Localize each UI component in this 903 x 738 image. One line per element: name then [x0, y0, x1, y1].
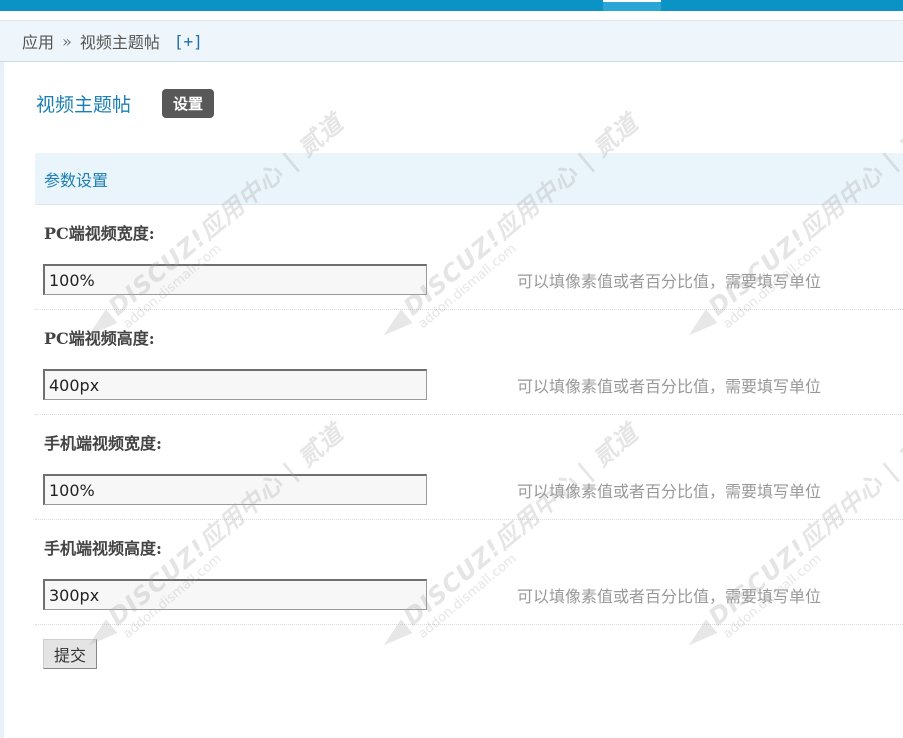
tab-settings[interactable]: 设置: [162, 88, 215, 118]
section-header: 参数设置: [35, 153, 903, 205]
field-label: 手机端视频宽度:: [44, 434, 162, 453]
pc-height-input[interactable]: [43, 369, 427, 400]
pc-width-input[interactable]: [43, 264, 427, 295]
field-label: PC端视频宽度:: [44, 224, 155, 243]
setting-row-pc-width: PC端视频宽度: 可以填像素值或者百分比值，需要填写单位: [35, 205, 903, 310]
top-gap: [0, 11, 903, 20]
left-border: [0, 62, 4, 738]
setting-row-mobile-width: 手机端视频宽度: 可以填像素值或者百分比值，需要填写单位: [35, 415, 903, 520]
field-tip: 可以填像素值或者百分比值，需要填写单位: [517, 377, 822, 396]
section-title: 参数设置: [44, 170, 109, 190]
field-tip: 可以填像素值或者百分比值，需要填写单位: [517, 482, 822, 501]
mobile-height-input[interactable]: [43, 579, 427, 610]
breadcrumb-separator: »: [62, 31, 72, 51]
submit-button[interactable]: 提交: [43, 639, 97, 669]
field-tip: 可以填像素值或者百分比值，需要填写单位: [517, 587, 822, 606]
top-nav-bar: [0, 0, 903, 11]
field-label: PC端视频高度:: [44, 329, 155, 348]
page-header: 视频主题帖 设置: [36, 88, 215, 118]
add-shortcut-button[interactable]: [+]: [174, 32, 203, 51]
field-label: 手机端视频高度:: [44, 539, 162, 558]
page-title: 视频主题帖: [36, 93, 132, 116]
setting-row-pc-height: PC端视频高度: 可以填像素值或者百分比值，需要填写单位: [35, 310, 903, 415]
setting-row-mobile-height: 手机端视频高度: 可以填像素值或者百分比值，需要填写单位: [35, 520, 903, 625]
breadcrumb: 应用 » 视频主题帖 [+]: [0, 20, 903, 62]
field-tip: 可以填像素值或者百分比值，需要填写单位: [517, 272, 822, 291]
mobile-width-input[interactable]: [43, 474, 427, 505]
breadcrumb-current: 视频主题帖: [79, 33, 160, 52]
top-nav-active-tab[interactable]: [603, 0, 661, 11]
breadcrumb-app-link[interactable]: 应用: [22, 29, 54, 53]
